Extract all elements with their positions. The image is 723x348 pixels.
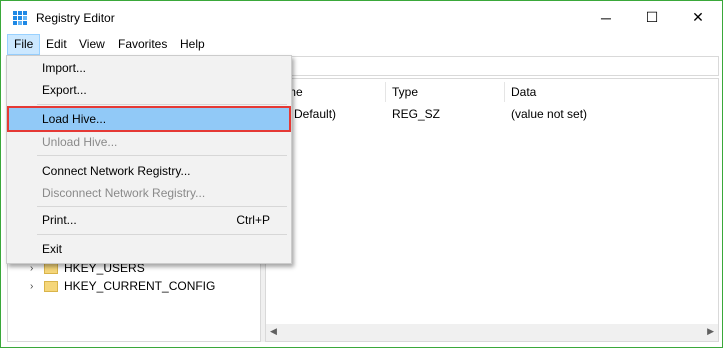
registry-editor-window: Registry Editor ─ ☐ ✕ File Edit View Fav…: [0, 0, 723, 348]
chevron-right-icon[interactable]: ›: [30, 281, 40, 292]
menu-view[interactable]: View: [73, 34, 111, 55]
menu-item-exit[interactable]: Exit: [9, 238, 289, 260]
shortcut-label: Ctrl+P: [236, 213, 270, 227]
values-list: me Type Data Default) REG_SZ (value not …: [265, 78, 719, 342]
menu-separator: [37, 206, 287, 207]
menu-item-disconnect-network-registry: Disconnect Network Registry...: [9, 182, 289, 204]
menu-item-unload-hive: Unload Hive...: [9, 131, 289, 153]
menu-help[interactable]: Help: [174, 34, 211, 55]
menu-item-print[interactable]: Print... Ctrl+P: [9, 209, 289, 231]
scroll-left-icon[interactable]: ◀: [270, 326, 277, 337]
menu-item-import[interactable]: Import...: [9, 57, 289, 79]
menu-item-label: Exit: [42, 242, 63, 256]
menu-file[interactable]: File: [7, 34, 41, 55]
folder-icon: [44, 280, 58, 292]
menu-item-export[interactable]: Export...: [9, 79, 289, 101]
menu-item-label: Unload Hive...: [42, 135, 118, 149]
menu-separator: [37, 104, 287, 105]
maximize-button[interactable]: ☐: [629, 1, 675, 34]
menu-item-label: Disconnect Network Registry...: [42, 186, 206, 200]
menu-separator: [37, 234, 287, 235]
close-icon: ✕: [692, 9, 704, 25]
registry-editor-icon: [13, 11, 27, 25]
menu-item-label: Export...: [42, 83, 87, 97]
file-menu-dropdown: Import... Export... Load Hive... Unload …: [6, 55, 292, 264]
menu-item-label: Print...: [42, 213, 77, 227]
scroll-right-icon[interactable]: ▶: [707, 326, 714, 337]
tree-node-label: HKEY_CURRENT_CONFIG: [64, 279, 216, 293]
column-divider[interactable]: [385, 82, 386, 102]
column-header-data[interactable]: Data: [511, 82, 536, 102]
tree-node-hkey-current-config[interactable]: › HKEY_CURRENT_CONFIG: [30, 277, 215, 295]
value-name[interactable]: Default): [294, 105, 336, 123]
horizontal-scrollbar[interactable]: ◀ ▶: [266, 324, 718, 341]
window-title: Registry Editor: [36, 11, 115, 25]
menu-item-label: Connect Network Registry...: [42, 164, 191, 178]
title-bar[interactable]: Registry Editor ─ ☐ ✕: [1, 1, 722, 34]
menu-separator: [37, 155, 287, 156]
menu-bar: File Edit View Favorites Help: [1, 34, 722, 55]
close-button[interactable]: ✕: [675, 1, 721, 34]
column-divider[interactable]: [504, 82, 505, 102]
menu-item-label: Import...: [42, 61, 87, 75]
menu-item-connect-network-registry[interactable]: Connect Network Registry...: [9, 160, 289, 182]
minimize-icon: ─: [601, 9, 611, 26]
menu-favorites[interactable]: Favorites: [112, 34, 173, 55]
value-type: REG_SZ: [392, 107, 441, 121]
maximize-icon: ☐: [645, 9, 659, 25]
value-data: (value not set): [511, 107, 588, 121]
menu-item-load-hive[interactable]: Load Hive...: [7, 106, 291, 132]
minimize-button[interactable]: ─: [583, 1, 629, 34]
menu-edit[interactable]: Edit: [40, 34, 73, 55]
menu-item-label: Load Hive...: [42, 112, 107, 126]
chevron-right-icon[interactable]: ›: [30, 263, 40, 274]
folder-icon: [44, 262, 58, 274]
column-header-type[interactable]: Type: [392, 82, 418, 102]
